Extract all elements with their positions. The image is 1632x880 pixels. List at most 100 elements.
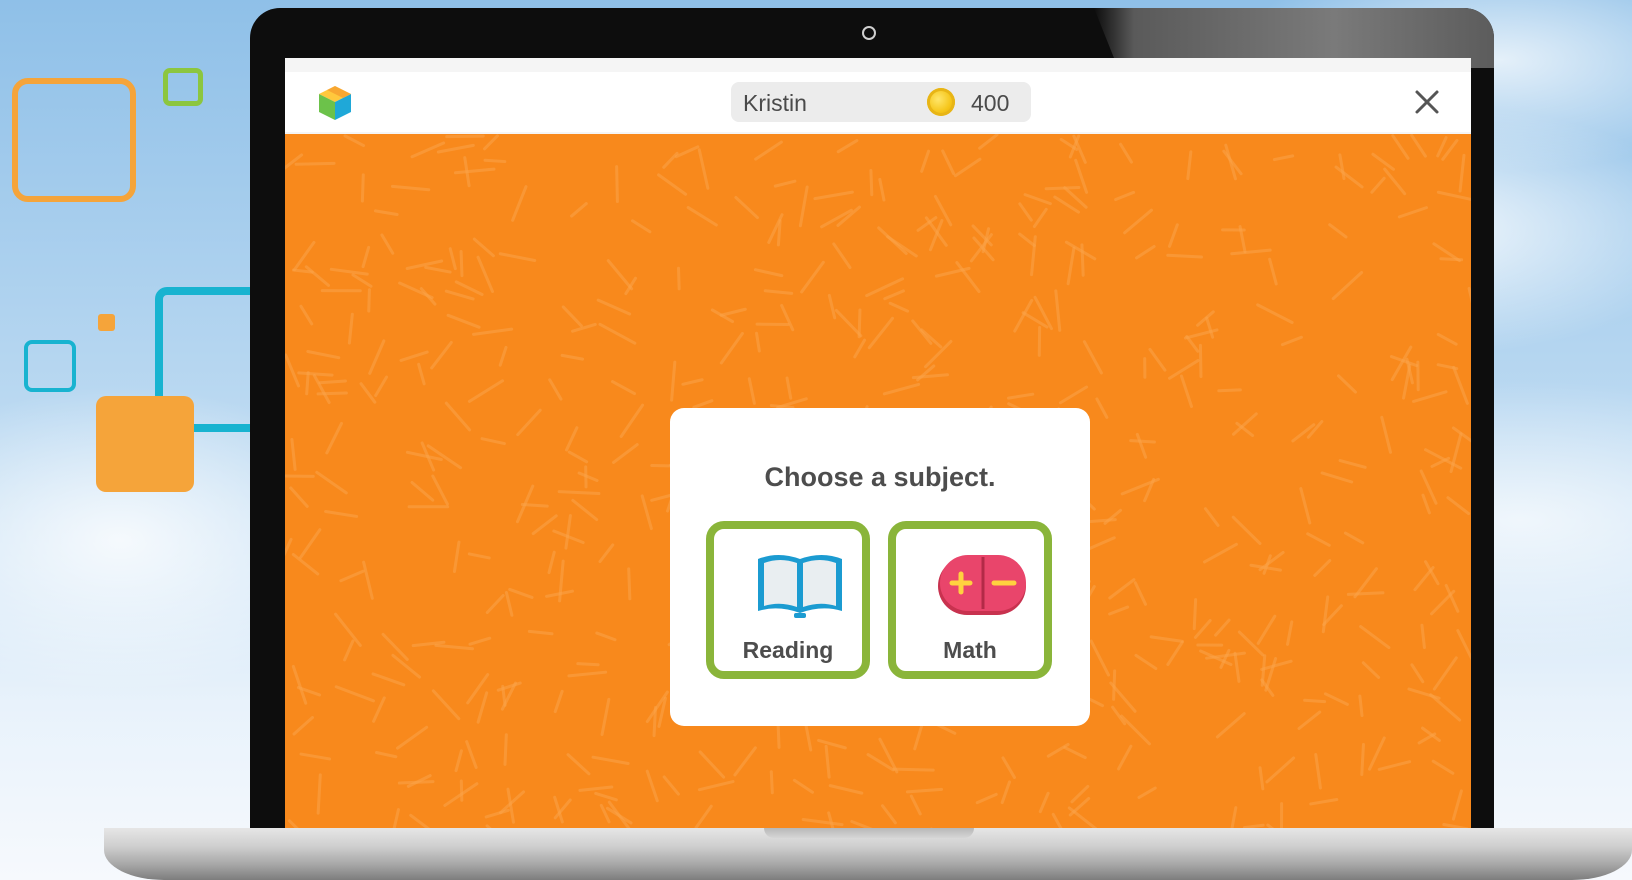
confetti-stroke [776,219,782,247]
confetti-stroke [882,382,921,396]
confetti-stroke [953,157,982,178]
confetti-stroke [913,724,923,751]
confetti-stroke [697,148,710,190]
confetti-stroke [504,591,514,617]
confetti-stroke [372,696,386,723]
confetti-stroke [1117,744,1133,771]
confetti-stroke [662,775,680,796]
confetti-stroke [670,360,677,402]
confetti-stroke [511,185,528,222]
confetti-stroke [325,421,344,455]
confetti-stroke [571,498,599,522]
confetti-stroke [315,470,348,495]
confetti-stroke [431,474,449,506]
confetti-stroke [747,377,756,405]
confetti-stroke [318,379,347,385]
confetti-stroke [343,639,355,662]
confetti-stroke [299,528,322,559]
confetti-stroke [444,289,475,301]
confetti-stroke [299,304,314,326]
confetti-stroke [1018,202,1033,222]
confetti-stroke [1452,365,1469,405]
confetti-stroke [677,266,681,291]
confetti-stroke [1203,507,1220,527]
confetti-stroke [698,750,726,779]
confetti-stroke [905,787,944,794]
confetti-stroke [883,289,905,301]
confetti-stroke [1038,791,1050,814]
confetti-stroke [368,339,386,375]
confetti-stroke [1120,477,1160,496]
confetti-stroke [347,312,354,345]
cube-logo-icon[interactable] [317,84,353,122]
confetti-stroke [719,307,747,317]
confetti-stroke [483,158,507,164]
confetti-stroke [886,235,918,258]
confetti-stroke [832,242,852,270]
confetti-stroke [289,486,309,508]
confetti-stroke [465,740,478,769]
reading-button[interactable]: Reading [706,521,870,679]
confetti-stroke [1082,340,1103,375]
confetti-stroke [565,426,579,452]
confetti-stroke [1286,620,1294,646]
app-header: Kristin 400 [285,72,1471,132]
open-book-icon [758,555,842,618]
confetti-stroke [292,716,314,736]
confetti-stroke [316,773,322,815]
confetti-stroke [359,382,377,404]
confetti-stroke [1320,471,1354,484]
confetti-stroke [650,493,673,502]
confetti-stroke [911,373,949,380]
confetti-stroke [431,689,461,721]
confetti-stroke [869,169,874,197]
confetti-stroke [817,738,847,750]
confetti-stroke [1370,176,1386,194]
confetti-stroke [1338,153,1346,181]
close-icon[interactable] [1411,86,1443,118]
confetti-stroke [853,338,867,359]
confetti-stroke [1135,432,1148,459]
confetti-stroke [630,219,652,234]
confetti-stroke [1215,712,1246,739]
confetti-stroke [1397,206,1428,219]
dialog-title: Choose a subject. [764,462,996,492]
confetti-stroke [697,780,735,792]
confetti-stroke [834,308,863,338]
confetti-stroke [1000,780,1011,805]
confetti-stroke [734,195,759,220]
confetti-stroke [1334,165,1364,189]
confetti-stroke [1167,223,1179,248]
confetti-stroke [1066,246,1076,286]
confetti-stroke [1256,303,1294,325]
confetti-stroke [527,629,554,636]
confetti-stroke [1410,663,1425,684]
confetti-stroke [785,376,793,400]
confetti-stroke [1391,134,1410,160]
confetti-stroke [801,817,844,827]
confetti-stroke [1080,243,1085,277]
confetti-stroke [444,401,472,432]
confetti-stroke [657,173,688,196]
confetti-stroke [567,670,608,678]
user-status-pill: Kristin 400 [731,82,1031,122]
confetti-stroke [595,631,617,642]
confetti-stroke [445,134,485,139]
decorative-square-teal-small [24,340,76,392]
confetti-stroke [1018,232,1036,248]
confetti-stroke [472,237,495,258]
confetti-stroke [417,362,426,386]
coin-count: 400 [971,90,1010,116]
confetti-stroke [375,751,398,759]
decorative-square-orange-filled [96,396,194,492]
confetti-stroke [606,259,634,291]
math-button[interactable]: Math [888,521,1052,679]
confetti-stroke [436,143,475,154]
confetti-stroke [468,636,492,646]
confetti-stroke [1044,185,1081,191]
confetti-stroke [1214,618,1231,637]
confetti-stroke [571,322,597,333]
confetti-stroke [570,202,588,218]
confetti-stroke [888,301,910,313]
confetti-stroke [827,293,837,320]
